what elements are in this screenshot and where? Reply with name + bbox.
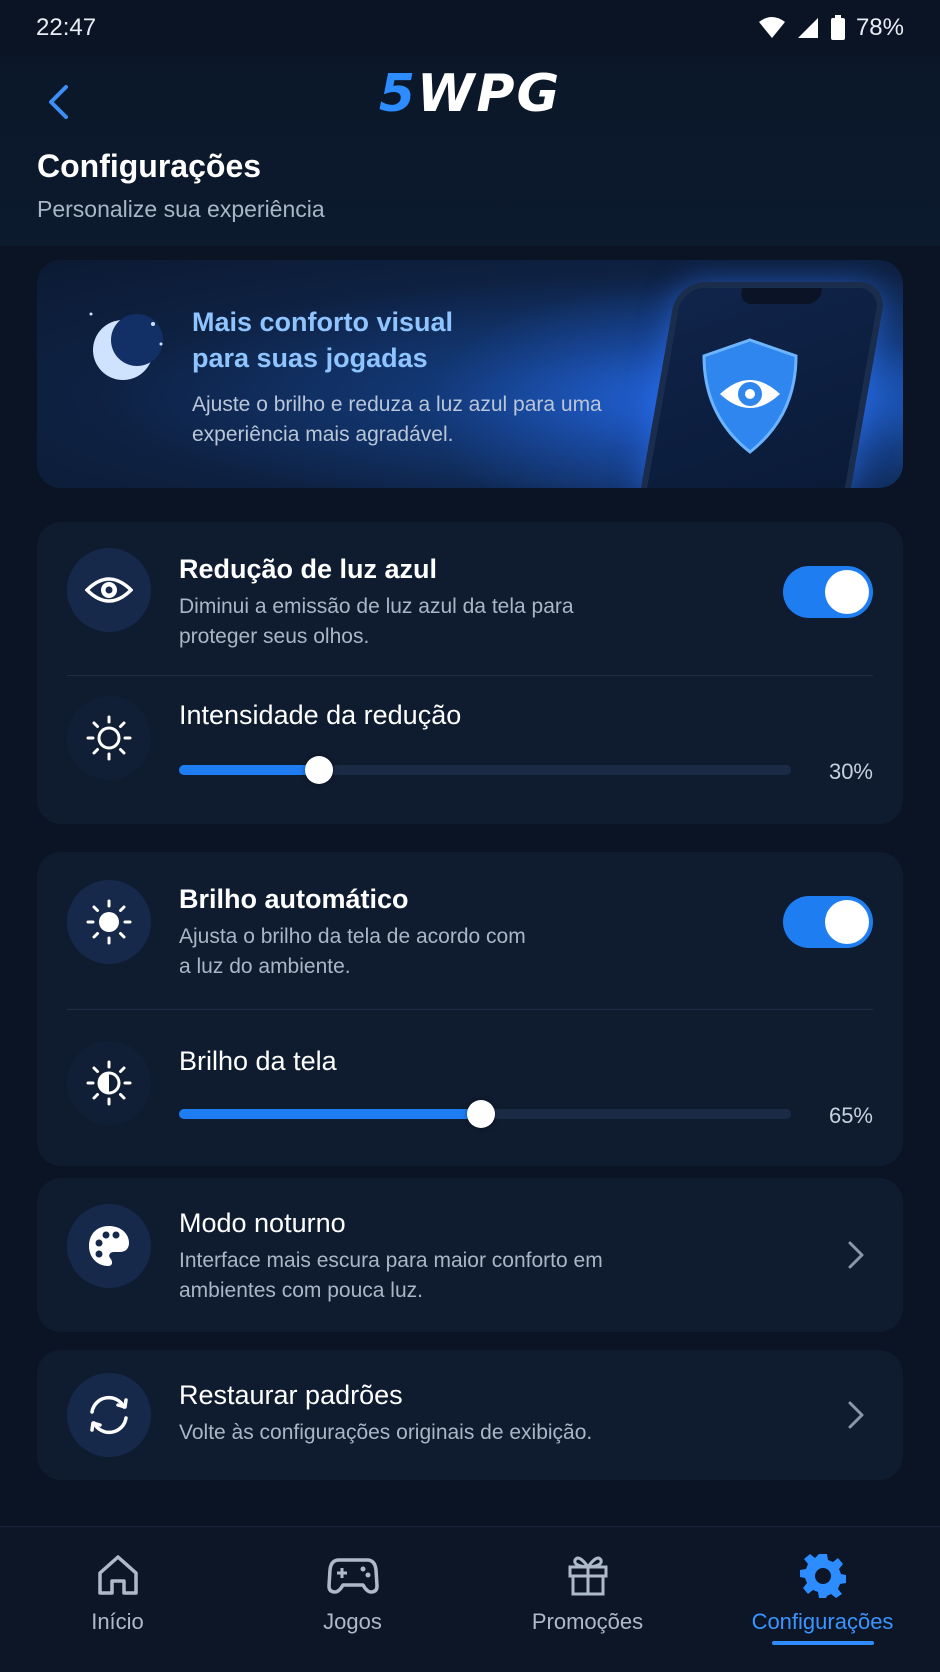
refresh-icon	[90, 1395, 128, 1435]
home-icon	[97, 1555, 138, 1595]
logo-accent: 5	[378, 64, 418, 124]
night-mode-description: Interface mais escura para maior confort…	[179, 1249, 603, 1302]
logo-text: WPG	[417, 64, 562, 124]
app-logo: 5WPG	[0, 64, 940, 124]
blue-light-description: Diminui a emissão de luz azul da tela pa…	[179, 595, 574, 648]
nav-item-configuracoes[interactable]: Configurações	[705, 1527, 940, 1672]
divider	[67, 1009, 873, 1010]
eye-icon	[85, 577, 133, 603]
brightness-icon-circle	[67, 880, 151, 964]
palette-icon	[89, 1226, 129, 1266]
sun-icon	[86, 899, 132, 945]
restore-defaults-card[interactable]: Restaurar padrões Volte às configurações…	[37, 1350, 903, 1480]
nav-label: Início	[91, 1609, 144, 1634]
screen-brightness-slider-thumb[interactable]	[467, 1100, 496, 1128]
battery-percent: 78%	[855, 14, 904, 41]
battery-icon	[830, 15, 845, 40]
half-sun-icon	[86, 1060, 132, 1106]
intensity-slider[interactable]	[179, 756, 791, 784]
intensity-value: 30%	[828, 759, 873, 784]
restore-icon-circle	[67, 1373, 151, 1457]
page-subtitle: Personalize sua experiência	[37, 196, 325, 222]
moon-icon	[89, 312, 163, 380]
intensity-slider-thumb[interactable]	[304, 756, 333, 784]
night-mode-card[interactable]: Modo noturno Interface mais escura para …	[37, 1178, 903, 1332]
night-mode-title: Modo noturno	[179, 1208, 346, 1238]
active-tab-indicator	[771, 1641, 874, 1645]
restore-defaults-description: Volte às configurações originais de exib…	[179, 1421, 593, 1444]
status-icons: 78%	[758, 14, 904, 42]
gift-icon	[568, 1556, 607, 1596]
gear-icon	[799, 1554, 846, 1598]
wifi-icon	[758, 17, 785, 38]
screen-brightness-icon-circle	[67, 1041, 151, 1125]
eye-icon-circle	[67, 548, 151, 632]
page-title: Configurações	[37, 148, 262, 184]
nav-label: Jogos	[323, 1609, 382, 1634]
signal-icon	[797, 18, 818, 38]
night-mode-chevron-icon[interactable]	[847, 1240, 865, 1270]
nav-item-promocoes[interactable]: Promoções	[470, 1527, 705, 1672]
nav-item-jogos[interactable]: Jogos	[235, 1527, 470, 1672]
screen-brightness-slider[interactable]	[179, 1100, 791, 1128]
status-bar: 22:47 78%	[0, 0, 940, 56]
status-time: 22:47	[36, 14, 97, 41]
shield-eye-icon	[702, 338, 798, 454]
bottom-navigation: Início Jogos Promoções Configurações	[0, 1526, 940, 1672]
hero-description: Ajuste o brilho e reduza a luz azul para…	[192, 393, 602, 446]
divider	[67, 675, 873, 676]
auto-brightness-description: Ajusta o brilho da tela de acordo com a …	[179, 925, 526, 978]
nav-label: Configurações	[751, 1609, 894, 1634]
brightness-card: Brilho automático Ajusta o brilho da tel…	[37, 852, 903, 1166]
auto-brightness-toggle[interactable]	[783, 896, 873, 948]
nav-label: Promoções	[531, 1609, 644, 1634]
hero-title: Mais conforto visual para suas jogadas	[192, 307, 454, 373]
restore-defaults-title: Restaurar padrões	[179, 1380, 403, 1410]
sun-outline-icon	[86, 715, 132, 761]
palette-icon-circle	[67, 1204, 151, 1288]
nav-item-inicio[interactable]: Início	[0, 1527, 235, 1672]
auto-brightness-title: Brilho automático	[179, 884, 409, 914]
blue-light-title: Redução de luz azul	[179, 554, 438, 584]
restore-chevron-icon[interactable]	[847, 1400, 865, 1430]
intensity-label: Intensidade da redução	[179, 700, 462, 730]
header: 5WPG Configurações Personalize sua exper…	[0, 56, 940, 246]
screen-brightness-label: Brilho da tela	[179, 1046, 337, 1076]
sun-icon-circle	[67, 696, 151, 780]
screen-brightness-value: 65%	[828, 1103, 873, 1128]
blue-light-card: Redução de luz azul Diminui a emissão de…	[37, 522, 903, 824]
blue-light-toggle[interactable]	[783, 566, 873, 618]
gamepad-icon	[326, 1558, 379, 1594]
